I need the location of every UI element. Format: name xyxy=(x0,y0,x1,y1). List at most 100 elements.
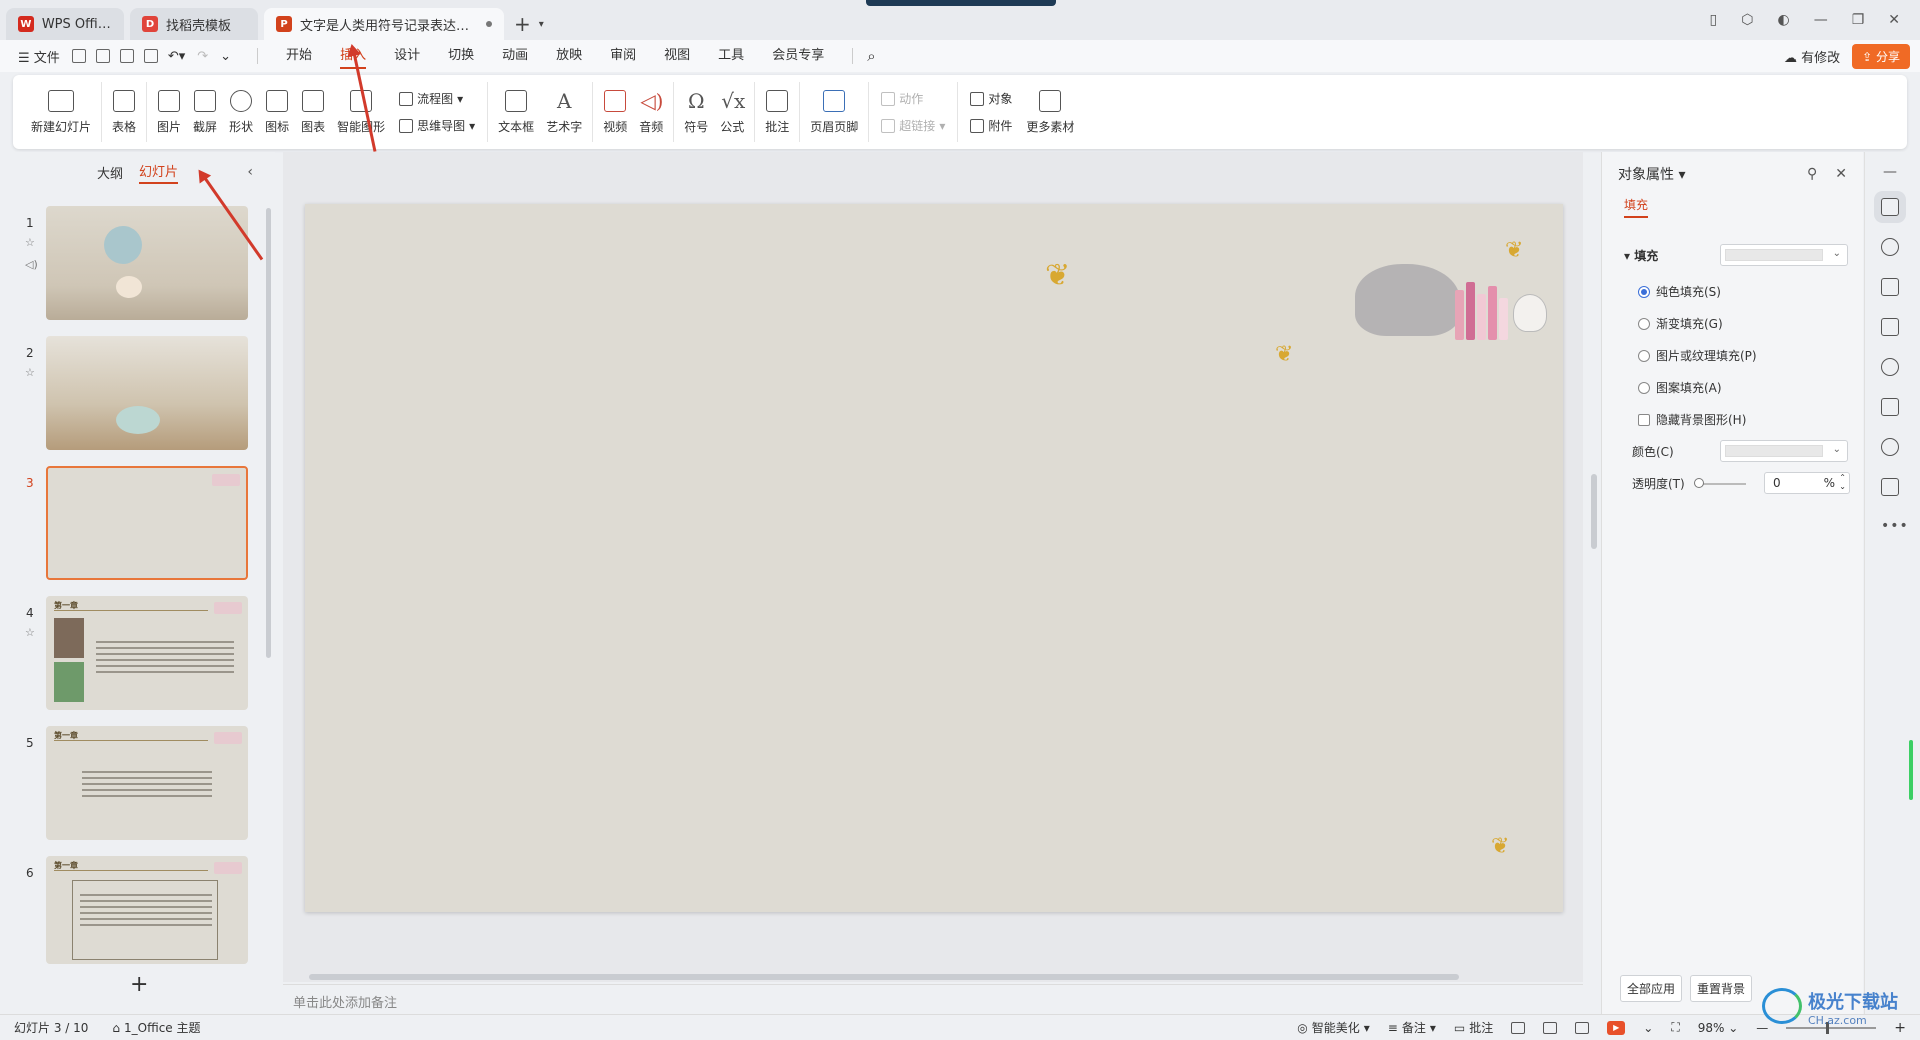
header-footer-button[interactable]: 页眉页脚 xyxy=(804,82,864,142)
notes-input[interactable]: 单击此处添加备注 xyxy=(283,984,1583,1014)
tab-tools[interactable]: 工具 xyxy=(718,40,744,72)
slide-thumbnail-1[interactable]: 1 ☆ ◁) xyxy=(0,206,260,322)
symbol-button[interactable]: Ω 符号 xyxy=(678,82,714,142)
gradient-fill-option[interactable]: 渐变填充(G) xyxy=(1638,315,1723,332)
chevron-down-icon[interactable]: ⌄ xyxy=(220,49,231,64)
slides-scrollbar[interactable] xyxy=(266,208,271,658)
star-icon[interactable] xyxy=(1881,238,1899,256)
chevron-down-icon[interactable]: ▾ xyxy=(539,19,544,30)
notes-button[interactable]: ≡ 备注 ▾ xyxy=(1388,1019,1436,1036)
hide-background-checkbox[interactable]: 隐藏背景图形(H) xyxy=(1638,411,1746,428)
video-button[interactable]: 视频 xyxy=(597,82,633,142)
slide-thumbnail-6[interactable]: 6 第一章 xyxy=(0,856,260,972)
chart-button[interactable]: 图表 xyxy=(295,82,331,142)
help-icon[interactable] xyxy=(1881,438,1899,456)
comment-button[interactable]: 批注 xyxy=(759,82,795,142)
flowchart-button[interactable]: 流程图 ▾ xyxy=(399,90,475,107)
tab-slides[interactable]: 幻灯片 xyxy=(139,161,179,184)
panel-title[interactable]: 对象属性 ▾ xyxy=(1618,164,1685,184)
book-icon[interactable] xyxy=(1881,398,1899,416)
audio-button[interactable]: ◁) 音频 xyxy=(633,82,669,142)
apply-all-button[interactable]: 全部应用 xyxy=(1620,975,1683,1002)
more-icon[interactable]: ••• xyxy=(1881,518,1909,534)
action-button[interactable]: 动作 xyxy=(881,90,945,107)
checkbox[interactable] xyxy=(1638,413,1650,426)
horizontal-scrollbar[interactable] xyxy=(309,974,1459,980)
slide-thumbnail-5[interactable]: 5 第一章 xyxy=(0,726,260,842)
mindmap-button[interactable]: 思维导图 ▾ xyxy=(399,117,475,134)
picture-button[interactable]: 图片 xyxy=(151,82,187,142)
screenshot-button[interactable]: 截屏 xyxy=(187,82,223,142)
solid-fill-option[interactable]: 纯色填充(S) xyxy=(1638,283,1721,300)
radio-button[interactable] xyxy=(1638,349,1650,362)
avatar[interactable]: ◐ xyxy=(1777,12,1789,28)
search-icon[interactable]: ⌕ xyxy=(867,47,875,65)
vertical-scrollbar[interactable] xyxy=(1591,474,1597,549)
hyperlink-button[interactable]: 超链接 ▾ xyxy=(881,117,945,134)
star-icon[interactable]: ☆ xyxy=(25,236,35,249)
collapse-panel-icon[interactable]: ‹ xyxy=(247,164,253,180)
export-icon[interactable] xyxy=(95,49,110,63)
undo-icon[interactable]: ↶▾ xyxy=(168,49,185,64)
slide-thumbnail-3[interactable]: 3 xyxy=(0,466,260,582)
current-slide[interactable]: ❦ ❦ ❦ ❦ xyxy=(305,204,1563,912)
star-icon[interactable]: ☆ xyxy=(25,366,35,379)
icon-button[interactable]: 图标 xyxy=(259,82,295,142)
tools-icon[interactable] xyxy=(1881,358,1899,376)
slide-thumbnail-4[interactable]: 4 ☆ 第一章 xyxy=(0,596,260,712)
restore-icon[interactable]: ❐ xyxy=(1852,12,1865,28)
modified-status[interactable]: ☁ 有修改 xyxy=(1784,47,1840,66)
add-slide-button[interactable]: + xyxy=(130,972,148,997)
tab-fill[interactable]: 填充 xyxy=(1624,196,1649,218)
image-edit-icon[interactable] xyxy=(1881,318,1899,336)
tab-design[interactable]: 设计 xyxy=(394,40,420,72)
picture-fill-option[interactable]: 图片或纹理填充(P) xyxy=(1638,347,1757,364)
properties-icon[interactable] xyxy=(1881,198,1899,216)
tab-member[interactable]: 会员专享 xyxy=(772,40,824,72)
minimize-icon[interactable]: — xyxy=(1814,12,1828,28)
attachment-button[interactable]: 附件 xyxy=(970,117,1012,134)
tab-view[interactable]: 视图 xyxy=(664,40,690,72)
redo-icon[interactable]: ↷ xyxy=(197,49,208,64)
textbox-button[interactable]: 文本框 xyxy=(492,82,540,142)
close-icon[interactable]: ✕ xyxy=(1835,166,1847,182)
close-icon[interactable]: ✕ xyxy=(1888,12,1900,28)
radio-button[interactable] xyxy=(1638,381,1650,394)
fill-section-header[interactable]: ▾ 填充 xyxy=(1624,247,1658,264)
table-button[interactable]: 表格 xyxy=(106,82,142,142)
print-preview-icon[interactable] xyxy=(143,49,158,63)
normal-view-icon[interactable] xyxy=(1511,1021,1526,1034)
tab-wps-office[interactable]: W WPS Office xyxy=(6,8,124,40)
reading-view-icon[interactable] xyxy=(1575,1021,1590,1034)
zoom-out-icon[interactable]: — xyxy=(1756,1021,1768,1035)
shape-button[interactable]: 形状 xyxy=(223,82,259,142)
star-icon[interactable]: ☆ xyxy=(25,626,35,639)
formula-button[interactable]: √x 公式 xyxy=(714,82,750,142)
tab-slideshow[interactable]: 放映 xyxy=(556,40,582,72)
cube-icon[interactable]: ⬡ xyxy=(1741,12,1753,28)
tab-review[interactable]: 审阅 xyxy=(610,40,636,72)
radio-button[interactable] xyxy=(1638,285,1650,298)
print-icon[interactable] xyxy=(119,49,134,63)
reset-background-button[interactable]: 重置背景 xyxy=(1690,975,1753,1002)
collapse-icon[interactable]: — xyxy=(1883,164,1898,180)
layout-icon[interactable]: ▯ xyxy=(1710,12,1718,28)
grid-view-icon[interactable] xyxy=(1543,1021,1558,1034)
pin-icon[interactable]: ⚲ xyxy=(1807,166,1817,182)
share-button[interactable]: ⇪ 分享 xyxy=(1852,43,1910,69)
chevron-down-icon[interactable]: ⌄ xyxy=(1643,1021,1653,1035)
pattern-fill-option[interactable]: 图案填充(A) xyxy=(1638,379,1722,396)
new-slide-button[interactable]: 新建幻灯片▾ xyxy=(25,82,97,142)
share-settings-icon[interactable] xyxy=(1881,478,1899,496)
tab-outline[interactable]: 大纲 xyxy=(97,163,123,182)
copy-icon[interactable] xyxy=(1881,278,1899,296)
tab-animation[interactable]: 动画 xyxy=(502,40,528,72)
tab-docer-templates[interactable]: D 找稻壳模板 xyxy=(130,8,258,40)
fit-window-icon[interactable]: ⛶ xyxy=(1671,1020,1679,1035)
file-menu[interactable]: ☰ 文件 xyxy=(18,47,60,66)
comments-button[interactable]: ▭ 批注 xyxy=(1454,1019,1493,1036)
play-slideshow-icon[interactable]: ▶ xyxy=(1607,1020,1626,1035)
more-material-button[interactable]: 更多素材 xyxy=(1020,82,1080,142)
radio-button[interactable] xyxy=(1638,317,1650,330)
object-button[interactable]: 对象 xyxy=(970,90,1012,107)
